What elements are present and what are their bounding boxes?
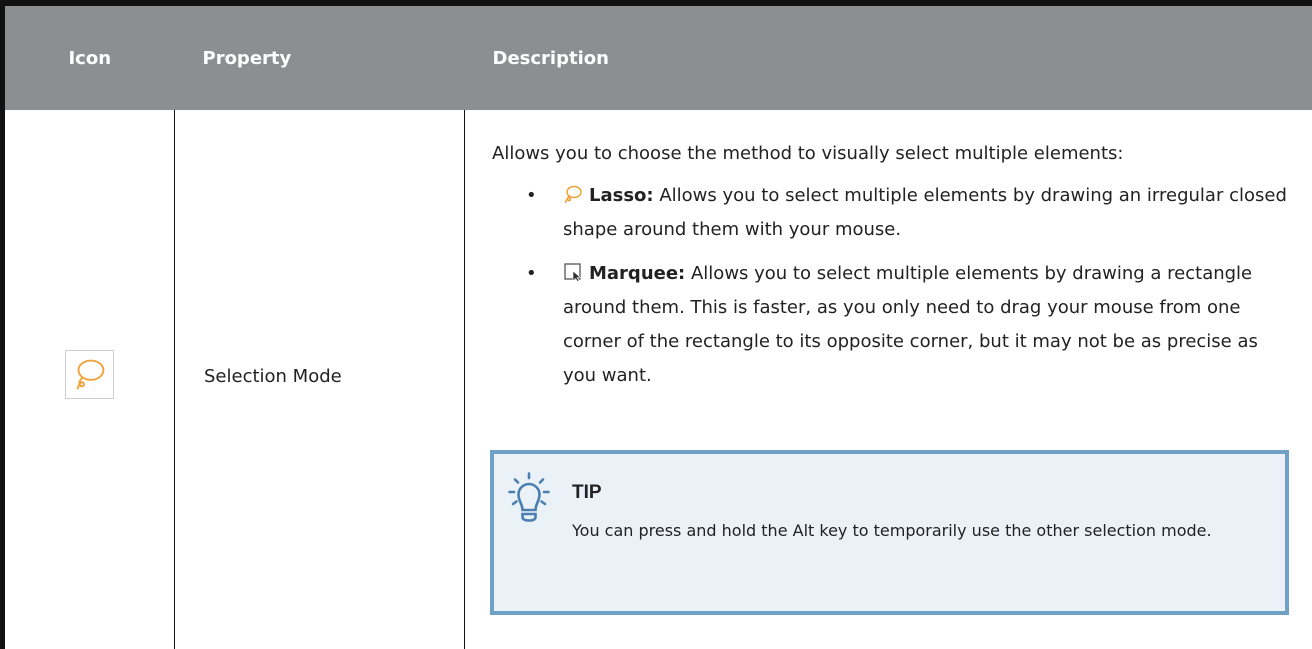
list-item-lasso: • Lasso: Allows you to select multiple e… <box>526 184 1287 240</box>
tip-text: You can press and hold the Alt key to te… <box>572 521 1212 540</box>
marquee-icon <box>563 262 583 282</box>
property-cell: Selection Mode <box>174 110 465 649</box>
lightbulb-icon <box>508 472 550 522</box>
icon-cell <box>0 110 175 649</box>
tip-title: TIP <box>572 482 602 503</box>
option-name-marquee: Marquee: <box>589 263 686 284</box>
table-row: Selection Mode Allows you to choose the … <box>0 110 1312 649</box>
option-list: • Lasso: Allows you to select multiple e… <box>492 179 1288 393</box>
tip-box: TIP You can press and hold the Alt key t… <box>490 450 1289 615</box>
header-icon: Icon <box>0 0 175 110</box>
description-intro: Allows you to choose the method to visua… <box>492 143 1124 164</box>
table-header-row: Icon Property Description <box>0 0 1312 110</box>
header-description: Description <box>464 0 1312 110</box>
property-name: Selection Mode <box>204 366 342 387</box>
option-name-lasso: Lasso: <box>589 185 654 206</box>
property-table: Icon Property Description Selection Mode… <box>0 0 1312 649</box>
description-cell: Allows you to choose the method to visua… <box>464 110 1312 649</box>
lasso-icon <box>65 350 114 399</box>
header-property: Property <box>174 0 465 110</box>
lasso-icon <box>563 184 583 204</box>
option-text-lasso: Allows you to select multiple elements b… <box>563 185 1287 240</box>
list-item-marquee: • Marquee: Allows you to select multiple… <box>526 262 1258 386</box>
